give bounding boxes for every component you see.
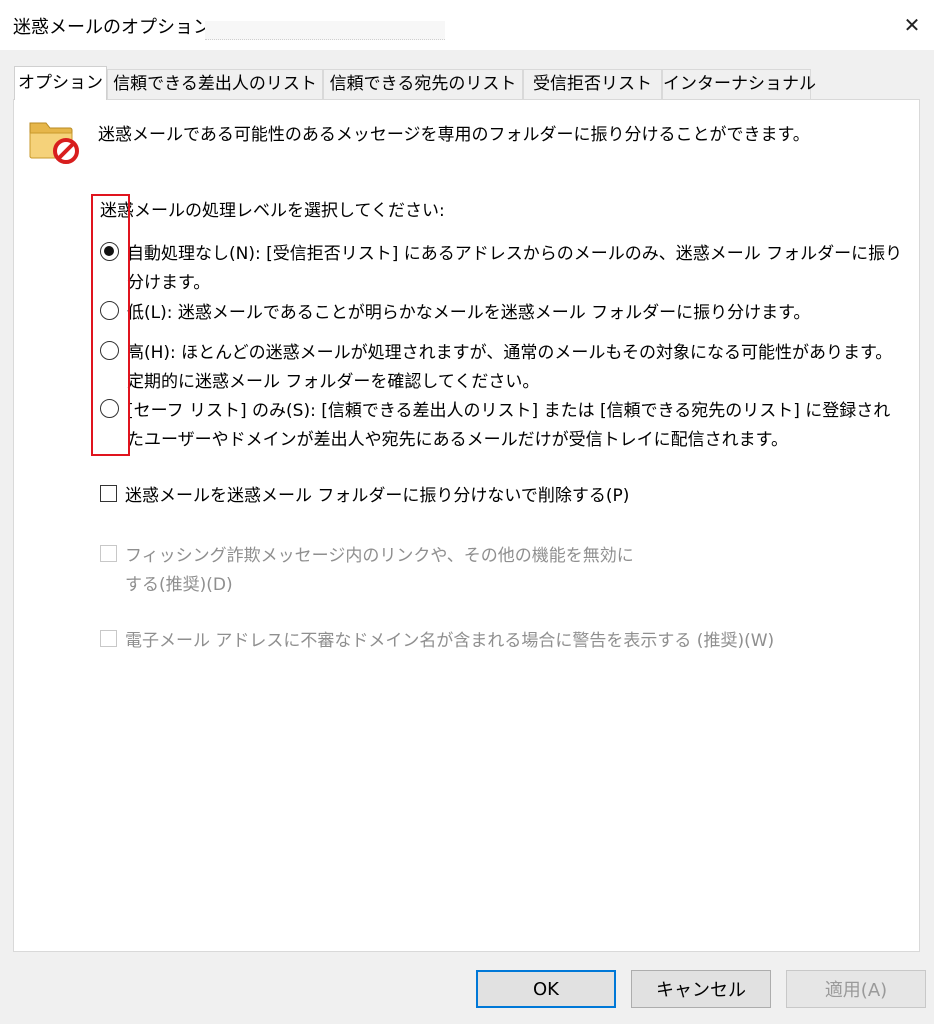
checkbox-label: フィッシング詐欺メッセージ内のリンクや、その他の機能を無効にする(推奨)(D) <box>125 546 634 595</box>
radio-button[interactable] <box>100 399 119 418</box>
checkbox <box>100 545 117 562</box>
radio-high[interactable]: 高(H): ほとんどの迷惑メールが処理されますが、通常のメールもその対象になる可… <box>98 339 910 397</box>
radio-low[interactable]: 低(L): 迷惑メールであることが明らかなメールを迷惑メール フォルダーに振り分… <box>98 299 910 328</box>
checkbox <box>100 630 117 647</box>
radio-button[interactable] <box>100 242 119 261</box>
checkbox-disable-phishing-links: フィッシング詐欺メッセージ内のリンクや、その他の機能を無効にする(推奨)(D) <box>100 542 900 600</box>
close-icon: ✕ <box>903 13 921 37</box>
checkbox-delete-junk[interactable]: 迷惑メールを迷惑メール フォルダーに振り分けないで削除する(P) <box>100 482 900 511</box>
radio-button[interactable] <box>100 341 119 360</box>
junk-folder-blocked-icon <box>29 122 79 164</box>
radio-label: 自動処理なし(N): [受信拒否リスト] にあるアドレスからのメールのみ、迷惑メ… <box>127 244 903 293</box>
radio-label: 高(H): ほとんどの迷惑メールが処理されますが、通常のメールもその対象になる可… <box>127 343 893 392</box>
tab-blocked-senders[interactable]: 受信拒否リスト <box>523 69 662 99</box>
window-title: 迷惑メールのオプション - <box>13 17 224 38</box>
checkbox-warn-suspicious-domain: 電子メール アドレスに不審なドメイン名が含まれる場合に警告を表示する (推奨)(… <box>100 627 900 656</box>
radio-button[interactable] <box>100 301 119 320</box>
checkbox-label: 電子メール アドレスに不審なドメイン名が含まれる場合に警告を表示する (推奨)(… <box>125 631 775 651</box>
apply-button: 適用(A) <box>786 970 926 1008</box>
radio-label: [セーフ リスト] のみ(S): [信頼できる差出人のリスト] または [信頼で… <box>127 401 891 450</box>
intro-text: 迷惑メールである可能性のあるメッセージを専用のフォルダーに振り分けることができま… <box>98 125 810 145</box>
radio-safe-lists-only[interactable]: [セーフ リスト] のみ(S): [信頼できる差出人のリスト] または [信頼で… <box>98 397 910 455</box>
cancel-button[interactable]: キャンセル <box>631 970 771 1008</box>
ok-button[interactable]: OK <box>476 970 616 1008</box>
title-redacted-account <box>205 21 445 40</box>
radio-label: 低(L): 迷惑メールであることが明らかなメールを迷惑メール フォルダーに振り分… <box>127 303 811 323</box>
tab-international[interactable]: インターナショナル <box>662 69 816 99</box>
tab-safe-recipients[interactable]: 信頼できる宛先のリスト <box>323 69 523 99</box>
checkbox[interactable] <box>100 485 117 502</box>
title-bar: 迷惑メールのオプション - ✕ <box>0 0 934 50</box>
tab-options[interactable]: オプション <box>14 66 107 100</box>
close-button[interactable]: ✕ <box>894 8 930 42</box>
options-panel: 迷惑メールである可能性のあるメッセージを専用のフォルダーに振り分けることができま… <box>13 99 920 952</box>
tab-safe-senders[interactable]: 信頼できる差出人のリスト <box>107 69 323 99</box>
checkbox-label: 迷惑メールを迷惑メール フォルダーに振り分けないで削除する(P) <box>125 486 630 506</box>
level-heading: 迷惑メールの処理レベルを選択してください: <box>100 201 445 221</box>
radio-no-automatic-filtering[interactable]: 自動処理なし(N): [受信拒否リスト] にあるアドレスからのメールのみ、迷惑メ… <box>98 240 910 298</box>
